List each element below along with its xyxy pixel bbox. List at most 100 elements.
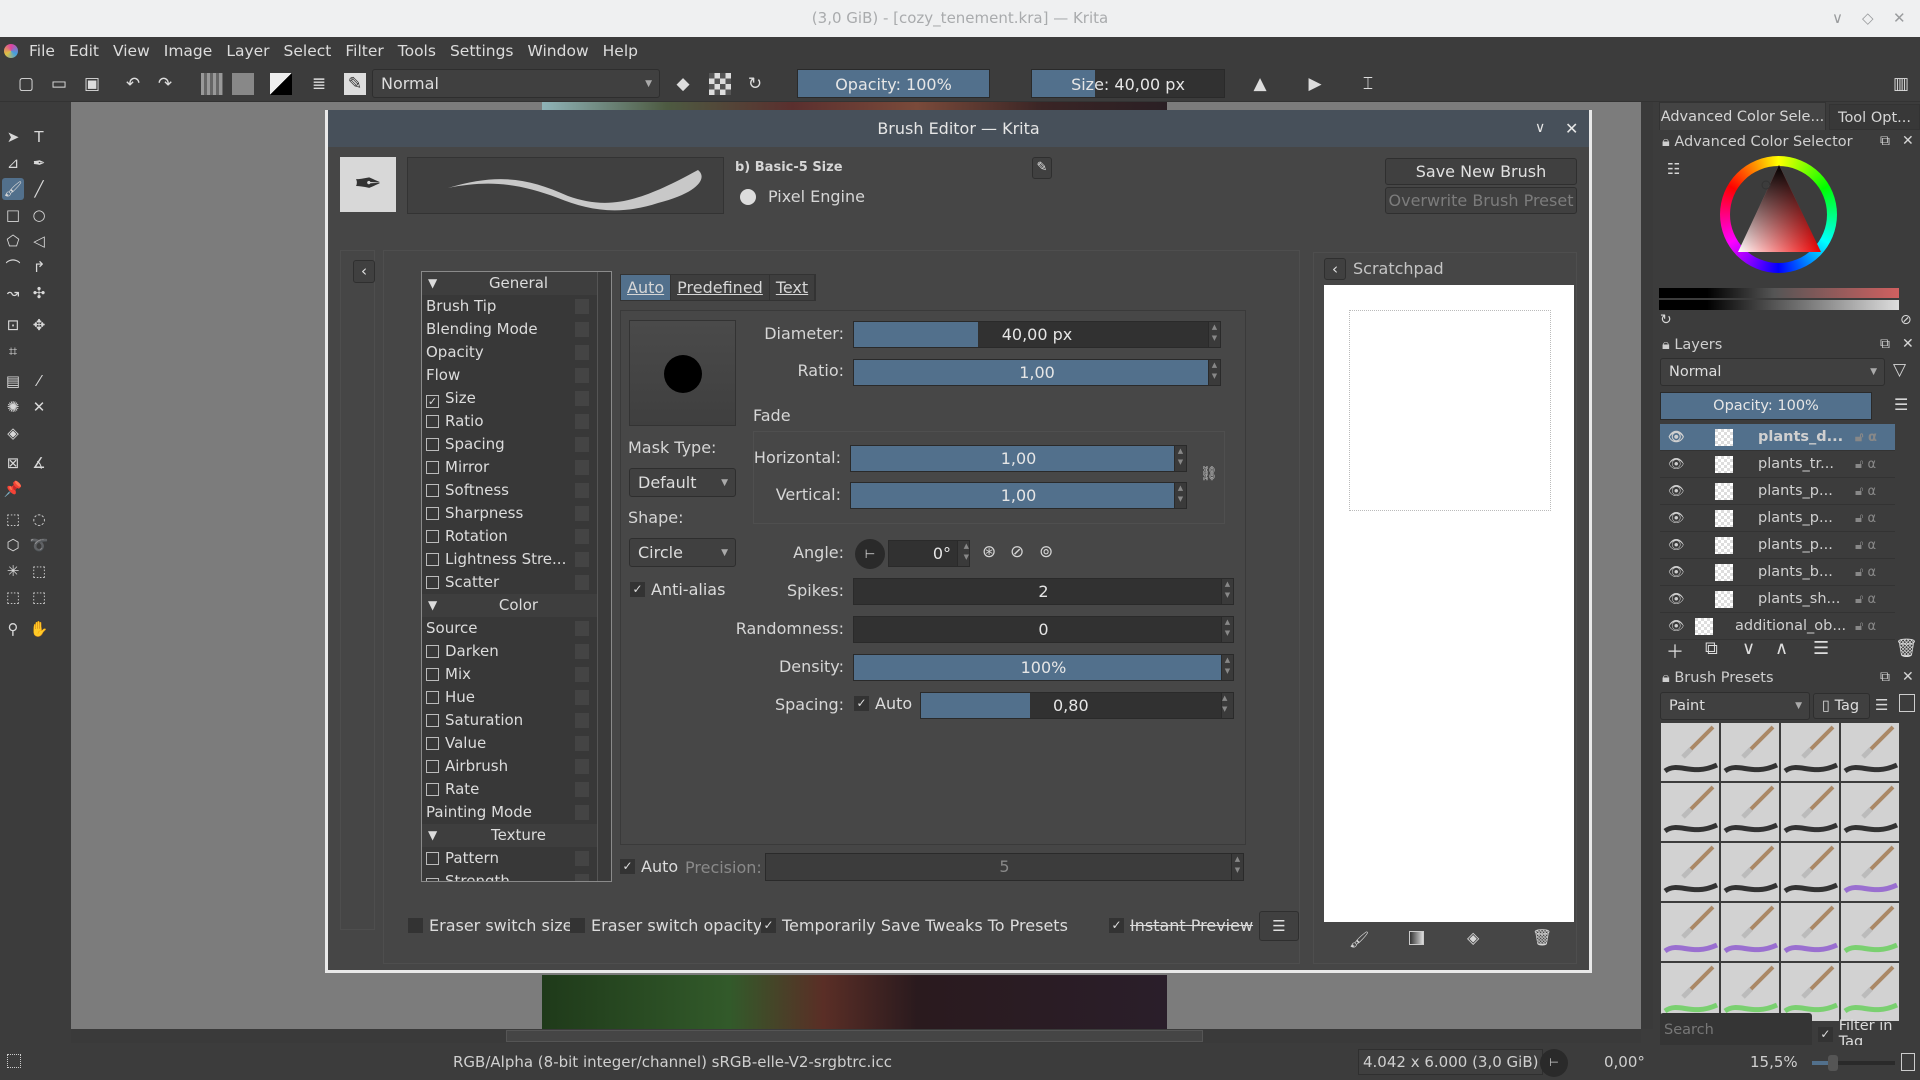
diameter-slider[interactable]: 40,00 px ▲ ▼: [853, 321, 1221, 348]
option-checkbox[interactable]: [426, 576, 439, 589]
save-icon[interactable]: ▣: [81, 73, 103, 95]
lock-icon[interactable]: [575, 713, 589, 728]
rotation-dial[interactable]: ⊢: [1540, 1049, 1568, 1077]
brush-preset-thumbnail[interactable]: [1781, 783, 1839, 841]
angle-spinbox[interactable]: 0° ▲ ▼: [888, 540, 970, 567]
option-blending-mode[interactable]: Blending Mode: [422, 318, 611, 341]
brush-preset-thumbnail[interactable]: [1721, 783, 1779, 841]
brush-preset-thumbnail[interactable]: [1781, 723, 1839, 781]
lock-icon[interactable]: [575, 851, 589, 866]
color-selector-settings-icon[interactable]: ☷: [1667, 160, 1680, 178]
lock-icon[interactable]: [575, 667, 589, 682]
option-saturation[interactable]: Saturation: [422, 709, 611, 732]
option-size[interactable]: ✓ Size: [422, 387, 611, 410]
option-rotation[interactable]: Rotation: [422, 525, 611, 548]
lock-icon[interactable]: [575, 575, 589, 590]
visibility-icon[interactable]: 👁︎: [1668, 613, 1685, 640]
menu-image[interactable]: Image: [157, 42, 220, 60]
refresh-icon[interactable]: ↻: [1660, 312, 1672, 328]
lock-icon[interactable]: [575, 506, 589, 521]
gradient-icon[interactable]: [201, 73, 223, 95]
menu-filter[interactable]: Filter: [338, 42, 390, 60]
tab-tool-options[interactable]: Tool Opt...: [1829, 104, 1920, 130]
visibility-icon[interactable]: 👁︎: [1668, 478, 1685, 505]
lock-icon[interactable]: [575, 805, 589, 820]
layer-row[interactable]: 👁︎ plants_p... 🔓︎ α: [1660, 505, 1895, 532]
option-general[interactable]: ▼ General: [422, 272, 611, 295]
expand-icon[interactable]: ▼: [428, 272, 437, 295]
maximize-icon[interactable]: ◇: [1862, 0, 1874, 37]
layer-properties-icon[interactable]: ☰: [1813, 638, 1829, 659]
vertical-scrollbar[interactable]: [1641, 102, 1653, 1029]
menu-window[interactable]: Window: [521, 42, 596, 60]
layer-row[interactable]: 👁︎ additional_ob... 🔓︎ α: [1660, 613, 1895, 640]
option-checkbox[interactable]: [426, 714, 439, 727]
duplicate-layer-icon[interactable]: ⧉: [1705, 638, 1718, 659]
lock-icon[interactable]: [575, 299, 589, 314]
transform-tool-icon[interactable]: ⊡: [2, 314, 24, 336]
rectangle-tool-icon[interactable]: □: [2, 204, 24, 226]
visibility-icon[interactable]: 👁︎: [1668, 451, 1685, 478]
option-lightness-stre-[interactable]: Lightness Stre...: [422, 548, 611, 571]
option-checkbox[interactable]: [426, 668, 439, 681]
brush-preset-thumbnail[interactable]: [1721, 903, 1779, 961]
spacing-slider[interactable]: 0,80 ▲ ▼: [920, 692, 1234, 719]
lock-icon[interactable]: [575, 391, 589, 406]
option-strength[interactable]: ✓ Strength: [422, 870, 611, 881]
close-window-icon[interactable]: ✕: [1893, 0, 1906, 37]
float-layers-icon[interactable]: ⧉: [1880, 336, 1890, 352]
freehand-select-tool-icon[interactable]: ➰: [28, 534, 50, 556]
lock-alpha-icons[interactable]: 🔓︎ α: [1855, 505, 1876, 532]
zoom-slider[interactable]: [1812, 1055, 1895, 1071]
save-new-preset-button[interactable]: Save New Brush Preset...: [1385, 158, 1577, 206]
layer-row[interactable]: 👁︎ plants_sh... 🔓︎ α: [1660, 586, 1895, 613]
hide-scratchpad-button[interactable]: ‹: [1324, 258, 1346, 280]
ellipse-tool-icon[interactable]: ○: [28, 204, 50, 226]
visibility-icon[interactable]: 👁︎: [1668, 586, 1685, 613]
lock-alpha-icons[interactable]: 🔓︎ α: [1855, 478, 1876, 505]
size-slider[interactable]: Size: 40,00 px: [1031, 69, 1225, 98]
similar-select-tool-icon[interactable]: ⬚: [28, 560, 50, 582]
add-layer-icon[interactable]: ＋: [1666, 638, 1684, 664]
scratchpad-clear-icon[interactable]: 🗑: [1532, 928, 1552, 947]
tag-button[interactable]: ▯ Tag: [1813, 693, 1870, 719]
menu-view[interactable]: View: [106, 42, 157, 60]
menu-edit[interactable]: Edit: [62, 42, 106, 60]
multibrush-tool-icon[interactable]: ✣: [28, 282, 50, 304]
preserve-alpha-icon[interactable]: [709, 73, 731, 95]
color-picker-tool-icon[interactable]: ⁄: [28, 370, 50, 392]
preset-tag-combo[interactable]: Paint ▼: [1660, 692, 1810, 720]
brush-preset-thumbnail[interactable]: [1841, 963, 1899, 1021]
brush-preset-thumbnail[interactable]: [1721, 843, 1779, 901]
menu-help[interactable]: Help: [596, 42, 645, 60]
expand-icon[interactable]: ▼: [428, 594, 437, 617]
polygon-select-tool-icon[interactable]: ⬡: [2, 534, 24, 556]
lock-icon[interactable]: [575, 529, 589, 544]
scratchpad-brush-icon[interactable]: 🖌: [1349, 930, 1369, 949]
option-texture[interactable]: ▼ Texture: [422, 824, 611, 847]
contiguous-select-tool-icon[interactable]: ✳: [2, 560, 24, 582]
lock-icon[interactable]: [575, 460, 589, 475]
option-checkbox[interactable]: [426, 438, 439, 451]
dynamic-brush-tool-icon[interactable]: ↝: [2, 282, 24, 304]
pan-tool-icon[interactable]: ✋: [28, 618, 50, 640]
lock-icon[interactable]: [575, 345, 589, 360]
lock-alpha-icons[interactable]: 🔓︎ α: [1855, 532, 1876, 559]
delete-layer-icon[interactable]: 🗑: [1895, 638, 1918, 659]
spikes-slider[interactable]: 2 ▲ ▼: [853, 578, 1234, 605]
option-source[interactable]: Source: [422, 617, 611, 640]
new-document-icon[interactable]: ▢: [15, 73, 37, 95]
visibility-icon[interactable]: 👁︎: [1668, 532, 1685, 559]
option-checkbox[interactable]: [426, 484, 439, 497]
instant-preview-checkbox[interactable]: ✓ Instant Preview: [1109, 916, 1253, 935]
minimize-icon[interactable]: ∨: [1832, 0, 1843, 37]
lock-icon[interactable]: [575, 736, 589, 751]
expand-icon[interactable]: ▼: [428, 824, 437, 847]
scratchpad-fill-icon[interactable]: ◈: [1467, 928, 1479, 947]
option-rate[interactable]: Rate: [422, 778, 611, 801]
fill-patch-tool-icon[interactable]: ✕: [28, 396, 50, 418]
pattern-icon[interactable]: [232, 73, 254, 95]
option-hue[interactable]: Hue: [422, 686, 611, 709]
save-tweaks-checkbox[interactable]: ✓ Temporarily Save Tweaks To Presets: [761, 916, 1068, 935]
show-presets-button[interactable]: ‹: [353, 260, 375, 283]
